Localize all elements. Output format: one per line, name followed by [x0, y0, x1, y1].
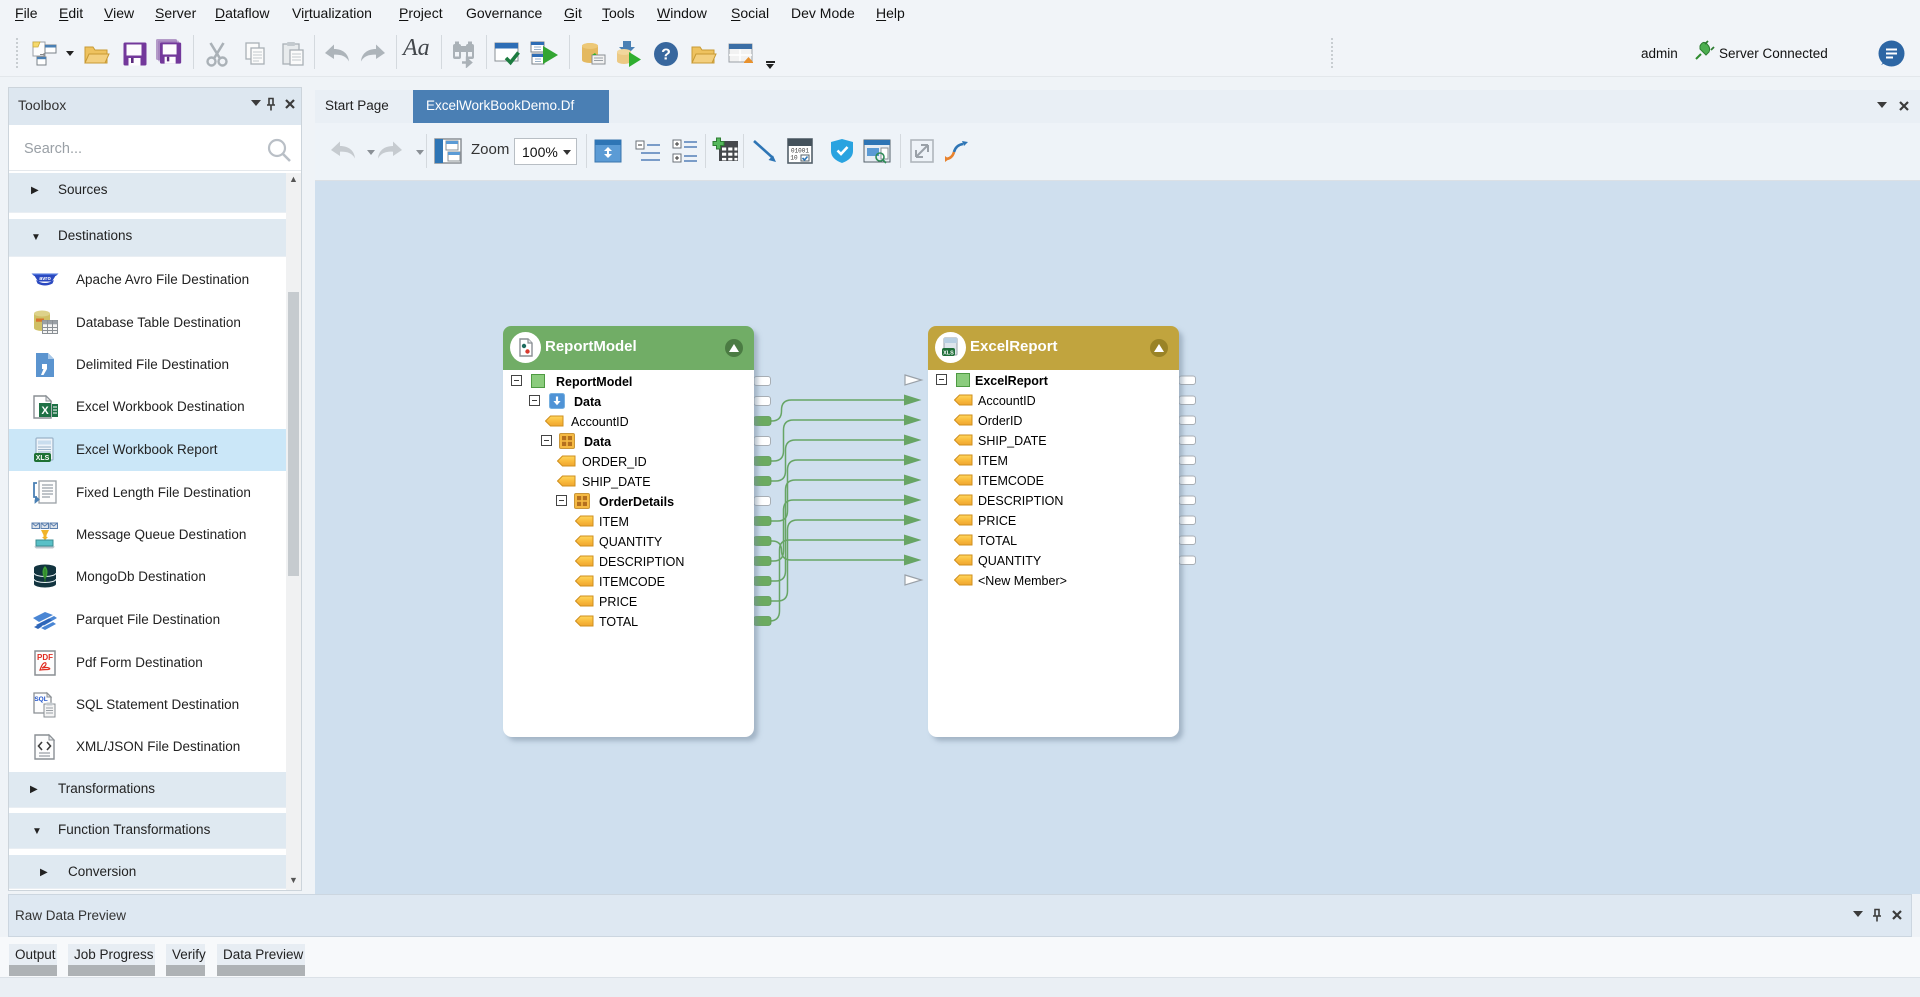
svg-text:XLS: XLS [36, 455, 50, 462]
svg-text:?: ? [661, 47, 671, 64]
svg-text:avro: avro [39, 276, 51, 282]
svg-text:01001: 01001 [791, 148, 809, 155]
svg-text:10: 10 [790, 155, 798, 162]
svg-text:X: X [41, 405, 49, 417]
svg-text:SQL: SQL [34, 696, 47, 703]
svg-text:PDF: PDF [37, 653, 53, 662]
svg-text:XLS: XLS [943, 350, 954, 356]
